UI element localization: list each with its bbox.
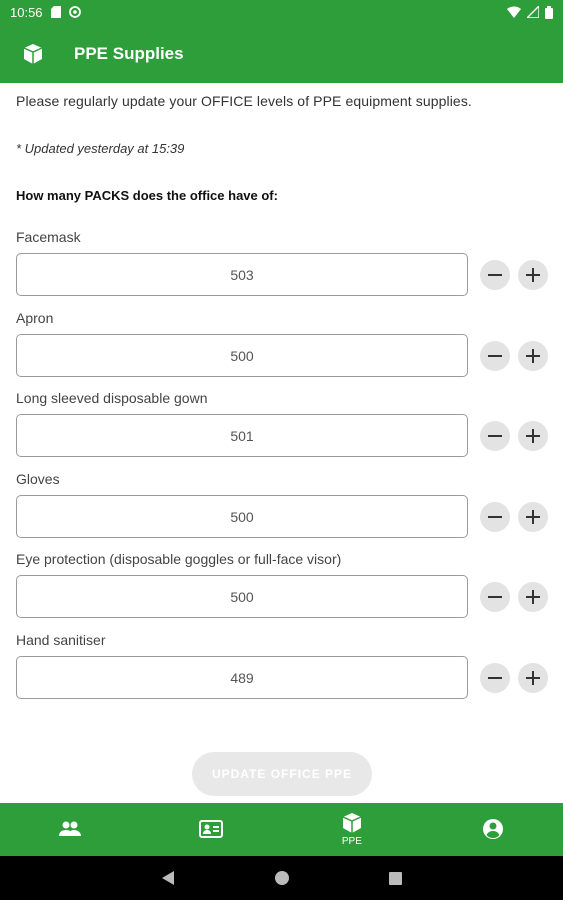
quantity-stepper — [480, 581, 548, 612]
minus-icon — [488, 273, 502, 276]
item-label: Facemask — [16, 229, 81, 245]
home-icon[interactable] — [275, 871, 289, 885]
increment-button[interactable] — [518, 420, 548, 451]
system-nav-bar — [0, 856, 563, 900]
quantity-stepper — [480, 420, 548, 451]
quantity-stepper — [480, 259, 548, 290]
nav-item-ppe[interactable]: PPE — [282, 803, 423, 856]
ppe-item-hand-sanitiser: Hand sanitiser 489 — [16, 632, 548, 699]
decrement-button[interactable] — [480, 259, 510, 290]
increment-button[interactable] — [518, 340, 548, 371]
decrement-button[interactable] — [480, 340, 510, 371]
ppe-item-gloves: Gloves 500 — [16, 471, 548, 538]
decrement-button[interactable] — [480, 662, 510, 693]
item-label: Hand sanitiser — [16, 632, 106, 648]
item-label: Eye protection (disposable goggles or fu… — [16, 551, 342, 567]
update-office-ppe-button[interactable]: UPDATE OFFICE PPE — [192, 752, 372, 796]
plus-icon — [526, 670, 540, 685]
plus-icon — [526, 267, 540, 282]
item-label: Gloves — [16, 471, 60, 487]
decrement-button[interactable] — [480, 581, 510, 612]
plus-icon — [526, 509, 540, 524]
nav-item-people[interactable] — [0, 803, 141, 856]
page-title: PPE Supplies — [74, 43, 184, 63]
battery-icon — [545, 5, 553, 19]
plus-icon — [526, 428, 540, 443]
nav-label: PPE — [341, 836, 362, 847]
box-icon — [23, 43, 43, 64]
intro-text: Please regularly update your OFFICE leve… — [16, 93, 472, 109]
minus-icon — [488, 515, 502, 518]
quantity-stepper — [480, 340, 548, 371]
increment-button[interactable] — [518, 662, 548, 693]
wifi-icon — [507, 6, 521, 18]
plus-icon — [526, 589, 540, 604]
status-bar: 10:56 — [0, 0, 563, 24]
item-label: Long sleeved disposable gown — [16, 390, 208, 406]
decrement-button[interactable] — [480, 420, 510, 451]
updated-timestamp: * Updated yesterday at 15:39 — [16, 141, 185, 156]
sd-card-icon — [50, 6, 61, 18]
gown-quantity-field[interactable]: 501 — [16, 414, 468, 457]
quantity-stepper — [480, 501, 548, 532]
apron-quantity-field[interactable]: 500 — [16, 334, 468, 377]
increment-button[interactable] — [518, 581, 548, 612]
quantity-stepper — [480, 662, 548, 693]
minus-icon — [488, 595, 502, 598]
plus-icon — [526, 348, 540, 363]
app-bar: PPE Supplies — [0, 24, 563, 83]
minus-icon — [488, 434, 502, 437]
ppe-item-apron: Apron 500 — [16, 310, 548, 377]
minus-icon — [488, 676, 502, 679]
item-label: Apron — [16, 310, 54, 326]
bottom-nav: PPE — [0, 803, 563, 856]
decrement-button[interactable] — [480, 501, 510, 532]
nav-item-account[interactable] — [422, 803, 563, 856]
account-icon — [482, 818, 503, 839]
recents-icon[interactable] — [389, 871, 402, 885]
eye-protection-quantity-field[interactable]: 500 — [16, 575, 468, 618]
facemask-quantity-field[interactable]: 503 — [16, 253, 468, 296]
nav-item-id-card[interactable] — [141, 803, 282, 856]
question-heading: How many PACKS does the office have of: — [16, 188, 278, 203]
ppe-item-gown: Long sleeved disposable gown 501 — [16, 390, 548, 457]
people-icon — [59, 821, 82, 836]
ppe-item-facemask: Facemask 503 — [16, 229, 548, 296]
signal-icon — [527, 6, 539, 18]
increment-button[interactable] — [518, 501, 548, 532]
id-card-icon — [199, 819, 224, 838]
gloves-quantity-field[interactable]: 500 — [16, 495, 468, 538]
ppe-item-eye-protection: Eye protection (disposable goggles or fu… — [16, 551, 548, 618]
increment-button[interactable] — [518, 259, 548, 290]
box-icon — [342, 813, 362, 833]
hand-sanitiser-quantity-field[interactable]: 489 — [16, 656, 468, 699]
status-time: 10:56 — [10, 4, 43, 20]
minus-icon — [488, 354, 502, 357]
back-icon[interactable] — [161, 870, 175, 886]
sync-icon — [68, 6, 81, 18]
